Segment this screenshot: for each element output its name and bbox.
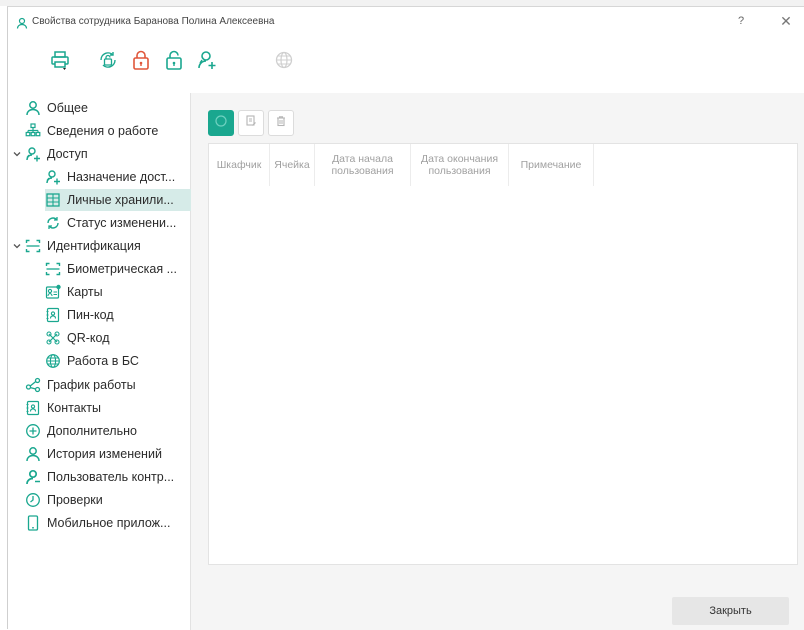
help-button[interactable]: ?	[734, 15, 748, 27]
person-icon	[16, 16, 28, 29]
chevron-down-icon[interactable]	[12, 149, 22, 159]
sidebar-item-label: Проверки	[47, 493, 103, 507]
qr-icon	[45, 330, 61, 346]
add-button[interactable]	[208, 110, 234, 136]
sidebar-item-work-info[interactable]: Сведения о работе	[25, 120, 158, 142]
window-title: Свойства сотрудника Баранова Полина Алек…	[32, 16, 275, 27]
sidebar-item-access-assignment[interactable]: Назначение дост...	[45, 166, 175, 188]
sidebar-item-label: График работы	[47, 378, 136, 392]
delete-button[interactable]	[268, 110, 294, 136]
sidebar: Общее Сведения о работе Доступ Назначени…	[8, 93, 191, 630]
sidebar-item-label: Дополнительно	[47, 424, 137, 438]
column-header-note[interactable]: Примечание	[509, 144, 594, 186]
close-button[interactable]: Закрыть	[672, 597, 789, 625]
sidebar-item-label: Работа в БС	[67, 354, 139, 368]
sidebar-item-general[interactable]: Общее	[25, 97, 88, 119]
column-header-start-date[interactable]: Дата начала пользования	[315, 144, 411, 186]
sidebar-item-change-history[interactable]: История изменений	[25, 443, 162, 465]
mobile-icon	[25, 515, 41, 531]
sidebar-item-qr-code[interactable]: QR-код	[45, 327, 110, 349]
sidebar-item-label: Карты	[67, 285, 103, 299]
sidebar-item-biometric[interactable]: Биометрическая ...	[45, 258, 177, 280]
column-header-cell[interactable]: Ячейка	[270, 144, 315, 186]
sidebar-item-access[interactable]: Доступ	[25, 143, 88, 165]
column-header-end-date[interactable]: Дата окончания пользования	[411, 144, 509, 186]
column-header-locker[interactable]: Шкафчик	[209, 144, 270, 186]
globe-icon	[45, 353, 61, 369]
trash-icon	[274, 114, 288, 133]
table-header: Шкафчик Ячейка Дата начала пользования Д…	[209, 144, 594, 186]
unlock-button[interactable]	[161, 49, 187, 75]
sidebar-item-label: Общее	[47, 101, 88, 115]
dialog-footer: Закрыть	[191, 565, 804, 630]
sidebar-item-mobile-app[interactable]: Мобильное прилож...	[25, 512, 170, 534]
card-icon	[45, 284, 61, 300]
unlock-icon	[163, 49, 185, 76]
chevron-down-icon[interactable]	[12, 241, 22, 251]
sidebar-item-label: Пользователь контр...	[47, 470, 175, 484]
sidebar-item-label: QR-код	[67, 331, 110, 345]
sidebar-item-label: Пин-код	[67, 308, 114, 322]
person-icon	[25, 100, 41, 116]
lock-icon	[130, 49, 152, 76]
sidebar-item-checks[interactable]: Проверки	[25, 489, 103, 511]
sidebar-item-label: Доступ	[47, 147, 88, 161]
sidebar-item-identification[interactable]: Идентификация	[25, 235, 141, 257]
schedule-share-icon	[25, 377, 41, 393]
sidebar-item-label: Биометрическая ...	[67, 262, 177, 276]
content-area: Шкафчик Ячейка Дата начала пользования Д…	[191, 93, 804, 630]
print-icon	[49, 49, 71, 76]
history-person-icon	[25, 446, 41, 462]
sidebar-item-additional[interactable]: Дополнительно	[25, 420, 137, 442]
add-icon	[214, 114, 228, 133]
storage-icon	[45, 192, 61, 208]
toolbar	[8, 49, 804, 81]
print-button[interactable]	[47, 49, 73, 75]
sidebar-item-label: История изменений	[47, 447, 162, 461]
sidebar-item-label: Личные хранили...	[67, 193, 174, 207]
sidebar-item-label: Назначение дост...	[67, 170, 176, 184]
sidebar-item-work-in-bs[interactable]: Работа в БС	[45, 350, 139, 372]
unlock-cycle-button[interactable]	[95, 49, 121, 75]
sidebar-item-contacts[interactable]: Контакты	[25, 397, 101, 419]
contacts-icon	[25, 400, 41, 416]
sidebar-item-label: Идентификация	[47, 239, 141, 253]
sidebar-item-label: Мобильное прилож...	[47, 516, 171, 530]
sync-icon	[45, 215, 61, 231]
sidebar-item-controller-user[interactable]: Пользователь контр...	[25, 466, 174, 488]
scan-icon	[25, 238, 41, 254]
access-icon	[25, 146, 41, 162]
globe-icon	[273, 49, 295, 76]
lock-button[interactable]	[128, 49, 154, 75]
clock-icon	[25, 492, 41, 508]
biometric-scan-icon	[45, 261, 61, 277]
sidebar-item-change-status[interactable]: Статус изменени...	[45, 212, 176, 234]
org-structure-icon	[25, 123, 41, 139]
network-button[interactable]	[271, 49, 297, 75]
plus-circle-icon	[25, 423, 41, 439]
add-access-button[interactable]	[194, 49, 220, 75]
close-window-button[interactable]: ✕	[778, 13, 794, 30]
sidebar-item-label: Статус изменени...	[67, 216, 177, 230]
sidebar-item-work-schedule[interactable]: График работы	[25, 374, 136, 396]
sidebar-item-label: Сведения о работе	[47, 124, 159, 138]
storage-table: Шкафчик Ячейка Дата начала пользования Д…	[208, 143, 798, 565]
title-bar: Свойства сотрудника Баранова Полина Алек…	[8, 7, 804, 37]
edit-button[interactable]	[238, 110, 264, 136]
add-user-icon	[196, 49, 218, 76]
edit-icon	[244, 114, 258, 133]
controller-user-icon	[25, 469, 41, 485]
access-assign-icon	[45, 169, 61, 185]
pin-icon	[45, 307, 61, 323]
sidebar-item-cards[interactable]: Карты	[45, 281, 103, 303]
sidebar-item-label: Контакты	[47, 401, 101, 415]
sidebar-item-pin-code[interactable]: Пин-код	[45, 304, 114, 326]
employee-properties-dialog: Свойства сотрудника Баранова Полина Алек…	[7, 6, 804, 630]
sidebar-item-personal-storage[interactable]: Личные хранили...	[45, 189, 191, 211]
unlock-cycle-icon	[97, 49, 119, 76]
